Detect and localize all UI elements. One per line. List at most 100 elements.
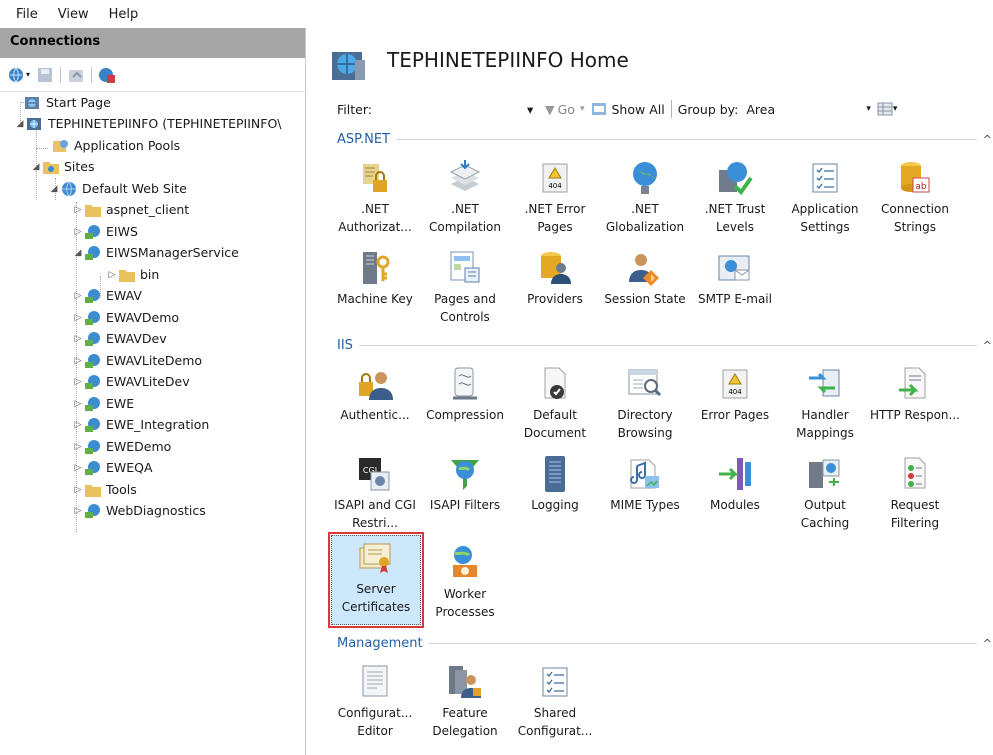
feature-error-pages[interactable]: 404 Error Pages (690, 362, 780, 446)
expand-closed-icon[interactable]: ▷ (72, 506, 84, 516)
feature-pages-and-controls[interactable]: Pages and Controls (420, 246, 510, 330)
connect-dropdown-icon[interactable]: ▾ (26, 70, 30, 79)
feature-application-settings[interactable]: Application Settings (780, 156, 870, 240)
expand-open-icon[interactable]: ◢ (30, 162, 42, 172)
feature-shared-configuration[interactable]: Shared Configurat... (510, 660, 600, 744)
authentication-icon (359, 372, 393, 400)
feature-authentication[interactable]: Authentic... (330, 362, 420, 446)
feature-isapi-cgi-restrictions[interactable]: CGI ISAPI and CGI Restri... (330, 452, 420, 536)
feature-net-compilation[interactable]: .NET Compilation (420, 156, 510, 240)
worker-processes-icon (453, 546, 477, 577)
expand-closed-icon[interactable]: ▷ (72, 377, 84, 387)
feature-compression[interactable]: Compression (420, 362, 510, 446)
tree-node-eweqa[interactable]: ▷ EWEQA (72, 457, 153, 478)
feature-directory-browsing[interactable]: Directory Browsing (600, 362, 690, 446)
collapse-caret-icon[interactable]: ^ (977, 133, 992, 146)
expand-closed-icon[interactable]: ▷ (72, 334, 84, 344)
connect-globe-icon[interactable] (8, 66, 26, 84)
feature-isapi-filters[interactable]: ISAPI Filters (420, 452, 510, 536)
filter-input[interactable] (377, 99, 527, 119)
feature-smtp-email[interactable]: SMTP E-mail (690, 246, 780, 330)
expand-closed-icon[interactable]: ▷ (72, 313, 84, 323)
expand-closed-icon[interactable]: ▷ (72, 399, 84, 409)
view-mode-dropdown-icon[interactable]: ▾ (893, 104, 898, 114)
mime-types-icon (630, 459, 659, 489)
feature-providers[interactable]: Providers (510, 246, 600, 330)
feature-configuration-editor[interactable]: Configurat... Editor (330, 660, 420, 744)
expand-closed-icon[interactable]: ▷ (72, 205, 84, 215)
feature-net-authorization[interactable]: .NET Authorizat... (330, 156, 420, 240)
tree-node-ewavlitedemo[interactable]: ▷ EWAVLiteDemo (72, 350, 203, 371)
connections-toolbar: ▾ (0, 58, 305, 92)
expand-closed-icon[interactable]: ▷ (72, 485, 84, 495)
feature-request-filtering[interactable]: Request Filtering (870, 452, 960, 536)
tree-node-application-pools[interactable]: Application Pools (52, 135, 180, 156)
tree-node-aspnet-client[interactable]: ▷ aspnet_client (72, 199, 190, 220)
tree-node-webdiagnostics[interactable]: ▷ WebDiagnostics (72, 500, 206, 521)
tree-node-ewe-integration[interactable]: ▷ EWE_Integration (72, 414, 210, 435)
tree-node-ewavdemo[interactable]: ▷ EWAVDemo (72, 307, 180, 328)
feature-default-document[interactable]: Default Document (510, 362, 600, 446)
feature-worker-processes[interactable]: Worker Processes (420, 541, 510, 625)
feature-output-caching[interactable]: Output Caching (780, 452, 870, 536)
feature-net-error-pages[interactable]: 404 .NET Error Pages (510, 156, 600, 240)
tree-node-start-page[interactable]: Start Page (12, 92, 111, 113)
expand-closed-icon[interactable]: ▷ (72, 420, 84, 430)
feature-modules[interactable]: Modules (690, 452, 780, 536)
feature-session-state[interactable]: Session State (600, 246, 690, 330)
expand-closed-icon[interactable]: ▷ (72, 356, 84, 366)
disconnect-icon[interactable] (98, 66, 116, 84)
expand-closed-icon[interactable]: ▷ (72, 227, 84, 237)
tree-node-tools[interactable]: ▷ Tools (72, 479, 137, 500)
feature-connection-strings[interactable]: ab Connection Strings (870, 156, 960, 240)
menu-help[interactable]: Help (99, 7, 149, 22)
expand-closed-icon[interactable]: ▷ (72, 291, 84, 301)
expand-open-icon[interactable]: ◢ (48, 184, 60, 194)
tree-node-eiws[interactable]: ▷ EIWS (72, 221, 138, 242)
tree-node-default-web-site[interactable]: ◢ Default Web Site (48, 178, 187, 199)
menu-view[interactable]: View (48, 7, 99, 22)
collapse-caret-icon[interactable]: ^ (977, 637, 992, 650)
expand-open-icon[interactable]: ◢ (72, 248, 84, 258)
expand-closed-icon[interactable]: ▷ (72, 463, 84, 473)
collapse-caret-icon[interactable]: ^ (977, 339, 992, 352)
request-filtering-icon (904, 457, 926, 489)
tree-node-bin[interactable]: ▷ bin (106, 264, 160, 285)
expand-open-icon[interactable]: ◢ (14, 119, 26, 129)
tree-node-eiwsmanagerservice[interactable]: ◢ EIWSManagerService (72, 242, 239, 263)
section-iis[interactable]: IIS ^ (337, 336, 992, 354)
tree-node-ewavlitedev[interactable]: ▷ EWAVLiteDev (72, 371, 190, 392)
expand-closed-icon[interactable]: ▷ (106, 270, 118, 280)
go-dropdown-icon[interactable]: ▾ (580, 104, 585, 114)
feature-mime-types[interactable]: MIME Types (600, 452, 690, 536)
filter-dropdown-icon[interactable]: ▾ (527, 102, 541, 117)
tree-node-sites[interactable]: ◢ Sites (30, 156, 95, 177)
modules-icon (719, 458, 751, 490)
show-all-button[interactable]: Show All (612, 102, 665, 117)
save-icon[interactable] (36, 66, 54, 84)
tree-node-ewavdev[interactable]: ▷ EWAVDev (72, 328, 167, 349)
tree-node-ewav[interactable]: ▷ EWAV (72, 285, 142, 306)
menu-file[interactable]: File (6, 7, 48, 22)
section-aspnet[interactable]: ASP.NET ^ (337, 130, 992, 148)
go-button[interactable]: Go (558, 102, 575, 117)
connection-strings-icon: ab (901, 162, 930, 193)
feature-net-globalization[interactable]: .NET Globalization (600, 156, 690, 240)
web-app-icon (84, 331, 102, 347)
feature-server-certificates[interactable]: Server Certificates (328, 532, 424, 628)
feature-http-response[interactable]: HTTP Respon... (870, 362, 960, 446)
feature-handler-mappings[interactable]: Handler Mappings (780, 362, 870, 446)
expand-closed-icon[interactable]: ▷ (72, 442, 84, 452)
tree-node-ewe[interactable]: ▷ EWE (72, 393, 135, 414)
group-by-select[interactable]: Area (746, 102, 866, 117)
view-mode-icon[interactable] (877, 102, 893, 116)
section-management[interactable]: Management ^ (337, 634, 992, 652)
feature-logging[interactable]: Logging (510, 452, 600, 536)
tree-node-ewedemo[interactable]: ▷ EWEDemo (72, 436, 172, 457)
group-by-dropdown-icon[interactable]: ▾ (866, 104, 871, 114)
up-level-icon[interactable] (67, 66, 85, 84)
tree-node-server[interactable]: ◢ TEPHINETEPIINFO (TEPHINETEPIINFO\ (14, 113, 282, 134)
feature-feature-delegation[interactable]: Feature Delegation (420, 660, 510, 744)
feature-machine-key[interactable]: Machine Key (330, 246, 420, 330)
feature-net-trust-levels[interactable]: .NET Trust Levels (690, 156, 780, 240)
